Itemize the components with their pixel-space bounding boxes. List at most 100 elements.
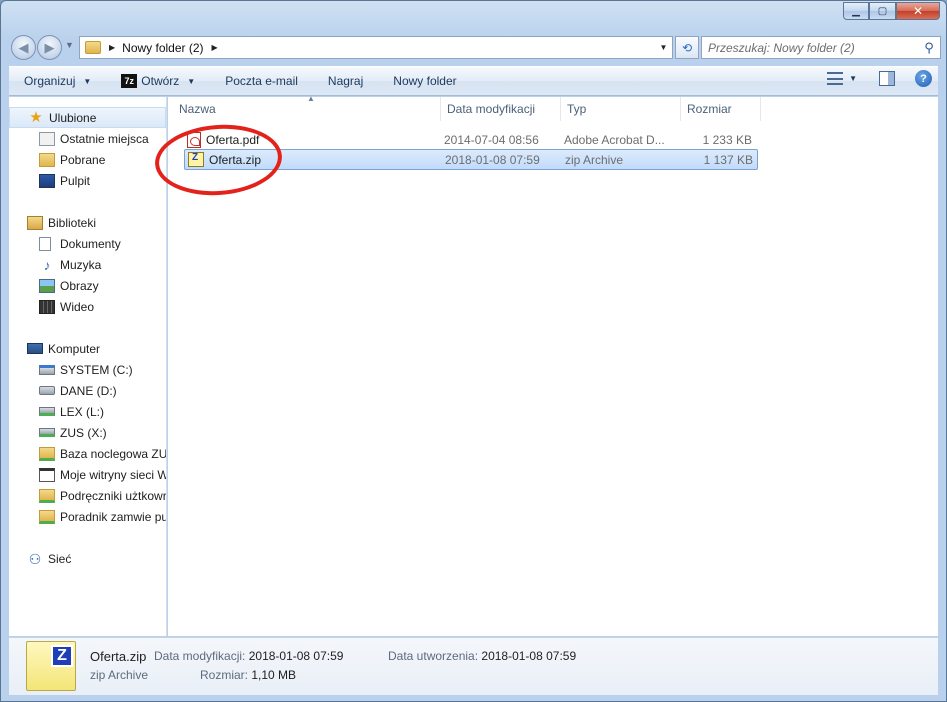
file-row-pdf[interactable]: Oferta.pdf 2014-07-04 08:56 Adobe Acroba… [184, 129, 758, 150]
organize-menu[interactable]: Organizuj ▼ [9, 69, 106, 93]
sidebar-item-podreczniki[interactable]: Podręczniki użtkowr [9, 485, 166, 506]
sidebar-item-label: Wideo [60, 299, 95, 314]
sidebar-item-label: Moje witryny sieci W [60, 467, 166, 482]
command-bar: Organizuj ▼ 7z Otwórz ▼ Poczta e-mail Na… [9, 66, 938, 96]
file-name: Oferta.pdf [206, 132, 260, 147]
view-dropdown-icon[interactable]: ▼ [849, 74, 857, 83]
sidebar-item-baza-noclegowa[interactable]: Baza noclegowa ZUS [9, 443, 166, 464]
network-icon: ⚇ [28, 550, 42, 567]
sidebar-item-drive-d[interactable]: DANE (D:) [9, 380, 166, 401]
refresh-button[interactable]: ⟲ [675, 36, 699, 59]
burn-button[interactable]: Nagraj [313, 69, 378, 93]
sidebar-item-network[interactable]: ⚇ Sieć [9, 548, 166, 569]
favorites-group: ★ Ulubione Ostatnie miejsca Pobrane Pulp… [9, 107, 166, 191]
column-header-size[interactable]: Rozmiar [681, 97, 761, 121]
file-row-zip[interactable]: Oferta.zip 2018-01-08 07:59 zip Archive … [184, 149, 758, 170]
libraries-group: Biblioteki Dokumenty ♪ Muzyka Obrazy Wid… [9, 212, 166, 317]
search-box[interactable]: ⚲ [701, 36, 941, 59]
sidebar-item-poradnik[interactable]: Poradnik zamwie pu [9, 506, 166, 527]
details-file-type-value: zip Archive [90, 668, 149, 682]
sidebar-item-desktop[interactable]: Pulpit [9, 170, 166, 191]
sidebar-item-label: LEX (L:) [60, 404, 105, 419]
magnifier-icon[interactable]: ⚲ [918, 40, 940, 56]
sidebar-item-pictures[interactable]: Obrazy [9, 275, 166, 296]
sidebar-item-downloads[interactable]: Pobrane [9, 149, 166, 170]
minimize-button[interactable]: ▁ [843, 2, 869, 20]
address-dropdown-icon[interactable]: ▼ [655, 37, 672, 58]
file-name-cell: Oferta.pdf [184, 131, 444, 148]
forward-button[interactable]: ▶ [37, 35, 62, 60]
recent-pages-dropdown[interactable]: ▼ [65, 40, 74, 50]
organize-label: Organizuj [24, 74, 76, 88]
network-folder-icon [39, 446, 55, 461]
folder-icon [85, 41, 101, 54]
column-header-type[interactable]: Typ [561, 97, 681, 121]
details-size: Rozmiar: 1,10 MB [200, 668, 296, 682]
address-bar[interactable]: ▶ Nowy folder (2) ▶ ▼ [79, 36, 673, 59]
zip-archive-large-icon: Z [26, 641, 76, 691]
details-modified: Data modyfikacji: 2018-01-08 07:59 [154, 649, 343, 663]
created-value: 2018-01-08 07:59 [481, 649, 577, 663]
file-name: Oferta.zip [209, 152, 262, 167]
explorer-window: ▁ ▢ ✕ ◀ ▶ ▼ ▶ Nowy folder (2) ▶ ▼ ⟲ ⚲ Or… [0, 0, 947, 702]
sidebar-item-label: Pobrane [60, 152, 106, 167]
help-icon[interactable]: ? [915, 70, 932, 87]
navigation-pane: ★ Ulubione Ostatnie miejsca Pobrane Pulp… [9, 97, 167, 636]
zip-badge: Z [51, 645, 73, 667]
sidebar-item-computer[interactable]: Komputer [9, 338, 166, 359]
7zip-icon: 7z [121, 74, 138, 88]
sidebar-item-libraries[interactable]: Biblioteki [9, 212, 166, 233]
email-button[interactable]: Poczta e-mail [210, 69, 313, 93]
arrow-left-icon: ◀ [18, 39, 29, 55]
size-value: 1,10 MB [251, 668, 297, 682]
sidebar-item-music[interactable]: ♪ Muzyka [9, 254, 166, 275]
close-button[interactable]: ✕ [896, 2, 940, 20]
sidebar-item-label: Obrazy [60, 278, 99, 293]
size-label: Rozmiar: [200, 668, 249, 682]
network-drive-icon [39, 428, 55, 437]
computer-group: Komputer SYSTEM (C:) DANE (D:) LEX (L:) … [9, 338, 166, 527]
search-input[interactable] [702, 38, 918, 57]
caption-buttons: ▁ ▢ ✕ [843, 2, 940, 20]
file-type: zip Archive [565, 152, 624, 167]
breadcrumb-chevron-icon[interactable]: ▶ [212, 43, 218, 52]
sidebar-item-label: Baza noclegowa ZUS [60, 446, 166, 461]
pdf-file-icon [187, 131, 201, 148]
web-folder-icon [39, 467, 55, 482]
sidebar-item-label: Muzyka [60, 257, 102, 272]
column-headers: ▲ Nazwa Data modyfikacji Typ Rozmiar [168, 94, 938, 121]
details-file-name: Oferta.zip [90, 649, 147, 664]
modified-label: Data modyfikacji: [154, 649, 246, 663]
network-group: ⚇ Sieć [9, 548, 166, 569]
network-folder-icon [39, 488, 55, 503]
sidebar-item-web-sites[interactable]: Moje witryny sieci W [9, 464, 166, 485]
breadcrumb-folder[interactable]: Nowy folder (2) [122, 41, 203, 55]
sidebar-item-favorites[interactable]: ★ Ulubione [9, 107, 166, 128]
new-folder-button[interactable]: Nowy folder [378, 69, 471, 93]
document-icon [39, 236, 51, 251]
column-header-date[interactable]: Data modyfikacji [441, 97, 561, 121]
preview-pane-icon[interactable] [879, 71, 895, 86]
chevron-down-icon: ▼ [187, 76, 196, 86]
sidebar-item-documents[interactable]: Dokumenty [9, 233, 166, 254]
sort-ascending-icon: ▲ [307, 94, 315, 103]
view-options-icon[interactable] [827, 72, 844, 85]
sidebar-item-drive-c[interactable]: SYSTEM (C:) [9, 359, 166, 380]
column-header-name[interactable]: Nazwa [168, 97, 441, 121]
refresh-icon: ⟲ [681, 40, 693, 55]
sidebar-item-drive-l[interactable]: LEX (L:) [9, 401, 166, 422]
film-strip-icon [39, 299, 55, 314]
sidebar-item-drive-x[interactable]: ZUS (X:) [9, 422, 166, 443]
back-button[interactable]: ◀ [11, 35, 36, 60]
sidebar-item-label: Ulubione [49, 110, 97, 125]
desktop-icon [39, 173, 55, 188]
recent-places-icon [39, 131, 55, 146]
breadcrumb-chevron-icon[interactable]: ▶ [109, 43, 115, 52]
sidebar-item-videos[interactable]: Wideo [9, 296, 166, 317]
sidebar-item-recent-places[interactable]: Ostatnie miejsca [9, 128, 166, 149]
open-menu[interactable]: 7z Otwórz ▼ [106, 69, 210, 93]
created-label: Data utworzenia: [388, 649, 479, 663]
maximize-button[interactable]: ▢ [869, 2, 896, 20]
sidebar-item-label: Dokumenty [60, 236, 121, 251]
star-icon: ★ [29, 108, 43, 126]
